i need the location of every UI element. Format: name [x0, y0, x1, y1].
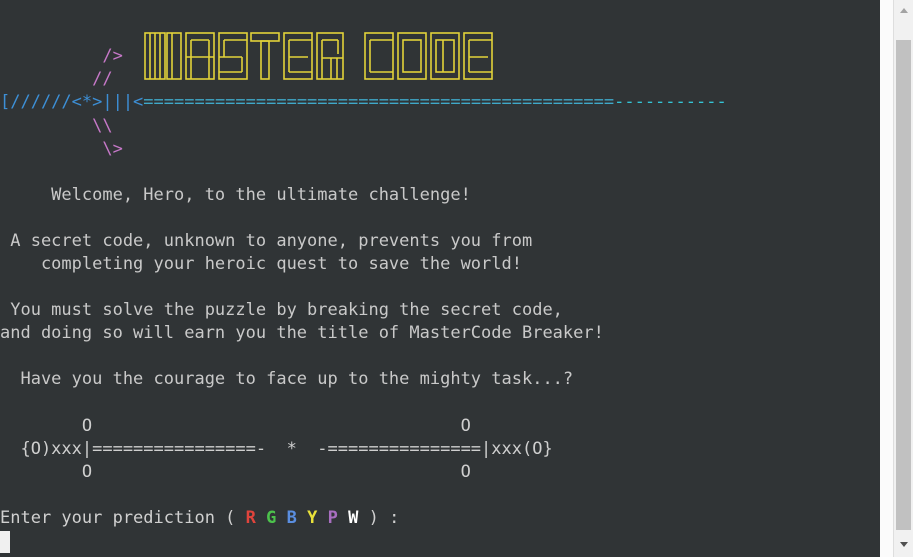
- master-code-logo: [143, 30, 495, 84]
- prompt-label: Enter your prediction (: [0, 508, 246, 528]
- story-line-4: and doing so will earn you the title of …: [0, 323, 604, 343]
- sword-line: //: [20, 69, 113, 89]
- color-option-blue: B: [286, 508, 297, 528]
- shield-art-bottom: O O: [0, 462, 471, 482]
- sword-blade-line: [//////<*>|||<==========================…: [0, 91, 727, 114]
- story-line-2: completing your heroic quest to save the…: [0, 254, 522, 274]
- sword-line-upper: //: [0, 68, 113, 91]
- terminal-output: /> // [//////<*>|||<====================…: [0, 0, 880, 557]
- sword-blade-tail: -----------: [614, 92, 727, 112]
- prompt-end: ) :: [368, 508, 400, 528]
- sword-line: />: [20, 46, 123, 66]
- courage-text: Have you the courage to face up to the m…: [0, 369, 574, 389]
- sword-line-lower: \\: [0, 115, 113, 138]
- sword-tip-upper: />: [0, 45, 123, 68]
- sword-blade: ========================================…: [143, 92, 615, 112]
- story-line-1: A secret code, unknown to anyone, preven…: [0, 231, 533, 251]
- color-option-red: R: [245, 508, 256, 528]
- scrollbar-gutter: [880, 0, 893, 557]
- scroll-up-arrow-icon[interactable]: [894, 0, 913, 20]
- sword-tip-lower: \>: [0, 138, 123, 161]
- scrollbar-thumb[interactable]: [896, 40, 911, 530]
- master-code-logo-art: [144, 32, 493, 80]
- color-option-white: W: [348, 508, 359, 528]
- story-line-3: You must solve the puzzle by breaking th…: [0, 300, 563, 320]
- sword-hilt: [//////<*>|||<: [0, 92, 144, 112]
- sword-line: \\: [20, 116, 113, 136]
- shield-art-top: O O: [0, 416, 471, 436]
- input-cursor[interactable]: [0, 531, 10, 553]
- sword-line: \>: [20, 139, 123, 159]
- color-option-green: G: [266, 508, 277, 528]
- vertical-scrollbar[interactable]: [893, 0, 913, 557]
- scroll-down-arrow-icon[interactable]: [894, 535, 913, 555]
- welcome-text: Welcome, Hero, to the ultimate challenge…: [0, 185, 471, 205]
- color-option-purple: P: [327, 508, 338, 528]
- color-option-yellow: Y: [307, 508, 318, 528]
- prediction-prompt: Enter your prediction ( R G B Y P W ) :: [0, 507, 399, 530]
- shield-art-middle: {O)xxx|================- * -============…: [0, 439, 553, 459]
